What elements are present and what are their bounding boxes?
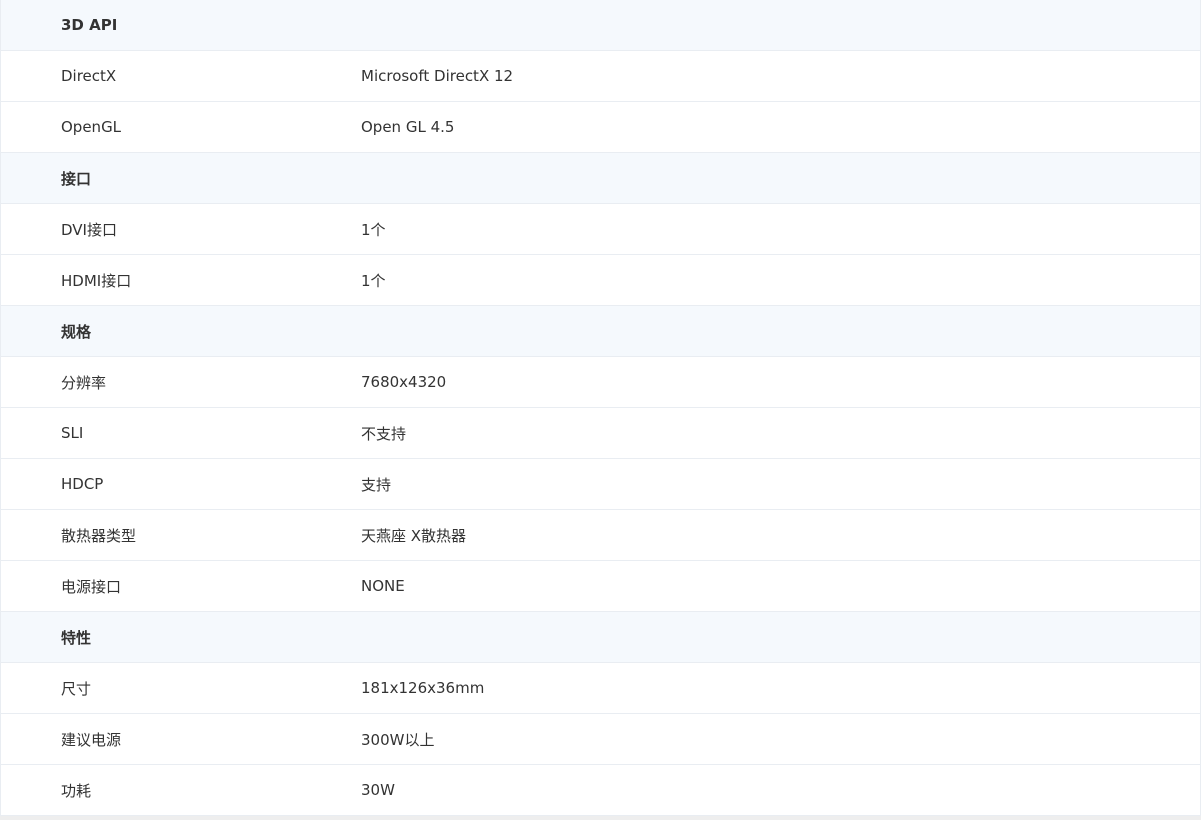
section-header-3d-api: 3D API: [1, 0, 1200, 51]
spec-value: 1个: [361, 220, 386, 239]
spec-value: 30W: [361, 781, 395, 799]
spec-value: 支持: [361, 475, 392, 494]
spec-label: 散热器类型: [61, 526, 137, 545]
spec-label: HDMI接口: [61, 271, 132, 290]
section-header-specs: 规格: [1, 306, 1200, 357]
spec-label: 尺寸: [61, 679, 92, 698]
spec-label: 分辨率: [61, 373, 107, 392]
spec-value: 天燕座 X散热器: [361, 526, 467, 545]
spec-row-size: 尺寸 181x126x36mm: [1, 663, 1200, 714]
spec-row-directx: DirectX Microsoft DirectX 12: [1, 51, 1200, 102]
spec-row-resolution: 分辨率 7680x4320: [1, 357, 1200, 408]
spec-label: 建议电源: [61, 730, 122, 749]
section-header-features: 特性: [1, 612, 1200, 663]
spec-row-cooler: 散热器类型 天燕座 X散热器: [1, 510, 1200, 561]
spec-value: Open GL 4.5: [361, 118, 455, 136]
section-title: 特性: [61, 628, 92, 647]
spec-row-recommended-psu: 建议电源 300W以上: [1, 714, 1200, 765]
spec-value: 7680x4320: [361, 373, 447, 391]
spec-value: Microsoft DirectX 12: [361, 67, 514, 85]
spec-table: 3D API DirectX Microsoft DirectX 12 Open…: [0, 0, 1201, 816]
spec-label: HDCP: [61, 475, 104, 493]
spec-value: 不支持: [361, 424, 407, 443]
spec-label: DirectX: [61, 67, 117, 85]
spec-label: 功耗: [61, 781, 92, 800]
spec-row-power-connector: 电源接口 NONE: [1, 561, 1200, 612]
spec-value: NONE: [361, 577, 405, 595]
section-header-ports: 接口: [1, 153, 1200, 204]
spec-row-sli: SLI 不支持: [1, 408, 1200, 459]
section-title: 3D API: [61, 16, 118, 34]
section-title: 接口: [61, 169, 92, 188]
spec-label: 电源接口: [61, 577, 122, 596]
section-title: 规格: [61, 322, 92, 341]
spec-value: 1个: [361, 271, 386, 290]
spec-row-opengl: OpenGL Open GL 4.5: [1, 102, 1200, 153]
spec-value: 300W以上: [361, 730, 435, 749]
spec-row-power-consumption: 功耗 30W: [1, 765, 1200, 816]
page-bottom-strip: [0, 816, 1201, 820]
spec-value: 181x126x36mm: [361, 679, 485, 697]
spec-label: DVI接口: [61, 220, 117, 239]
spec-row-hdcp: HDCP 支持: [1, 459, 1200, 510]
spec-row-hdmi: HDMI接口 1个: [1, 255, 1200, 306]
spec-label: SLI: [61, 424, 84, 442]
spec-label: OpenGL: [61, 118, 122, 136]
spec-row-dvi: DVI接口 1个: [1, 204, 1200, 255]
